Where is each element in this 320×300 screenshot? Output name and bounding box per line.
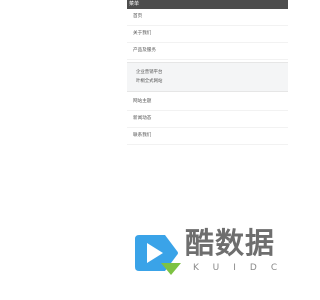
kuidc-logo-icon <box>135 235 181 275</box>
menu-header: 菜单 <box>127 0 288 9</box>
watermark-text-cn: 酷数据 <box>185 226 276 260</box>
watermark-text-en: KUIDC <box>193 263 292 273</box>
menu-item-home[interactable]: 首页 <box>127 9 288 26</box>
menu-item-contact[interactable]: 联系我们 <box>127 128 288 145</box>
watermark-logo: 酷数据 KUIDC <box>131 225 281 281</box>
menu-item-site-theme[interactable]: 网站主题 <box>127 94 288 111</box>
submenu-products: 企业营销平台 叶桐全式网站 <box>127 62 288 92</box>
page: 菜单 首页 关于我们 产品及服务 企业营销平台 叶桐全式网站 网站主题 新闻动态… <box>0 0 300 300</box>
menu-item-about[interactable]: 关于我们 <box>127 26 288 43</box>
menu-panel: 菜单 首页 关于我们 产品及服务 企业营销平台 叶桐全式网站 网站主题 新闻动态… <box>127 0 288 145</box>
submenu-item-marketing-platform[interactable]: 企业营销平台 <box>136 68 288 77</box>
menu-item-products[interactable]: 产品及服务 <box>127 43 288 60</box>
menu-item-news[interactable]: 新闻动态 <box>127 111 288 128</box>
submenu-item-website[interactable]: 叶桐全式网站 <box>136 77 288 86</box>
